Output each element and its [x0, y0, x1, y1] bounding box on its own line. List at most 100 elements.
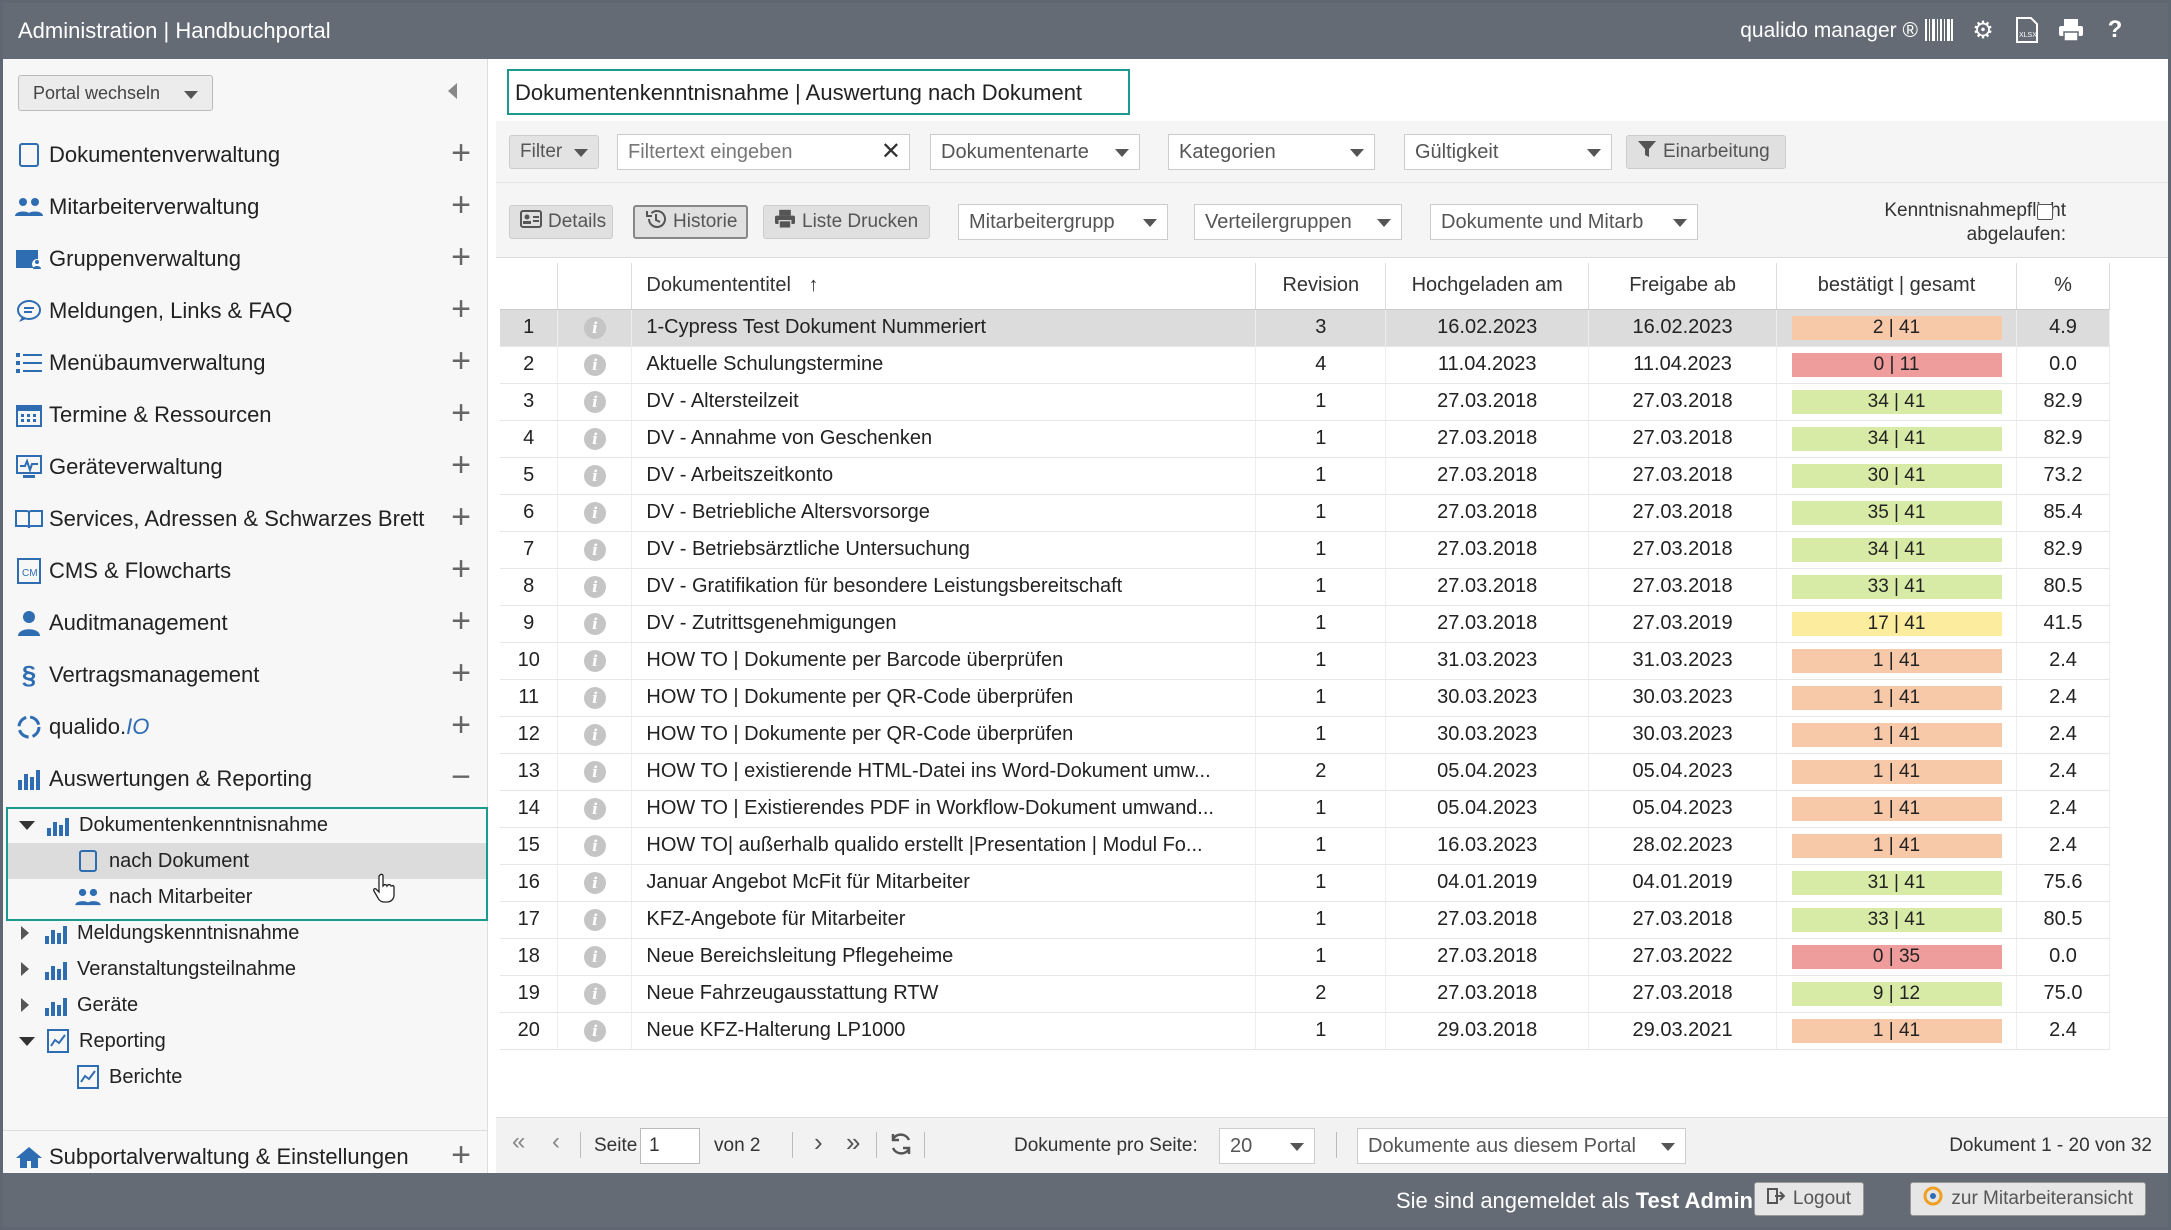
table-row[interactable]: 14 i HOW TO | Existierendes PDF in Workflo… — [500, 790, 2110, 828]
document-title[interactable]: DV - Betriebliche Altersvorsorge — [631, 494, 1257, 532]
logout-button[interactable]: Logout — [1753, 1182, 1864, 1216]
table-row[interactable]: 18 i Neue Bereichsleitung Pflegeheime 1 27.0… — [500, 938, 2110, 976]
barcode-icon[interactable] — [1924, 15, 1954, 45]
expand-icon[interactable]: + — [451, 708, 471, 742]
info-icon[interactable]: i — [583, 502, 606, 524]
info-icon[interactable]: i — [583, 613, 606, 635]
prev-page-icon[interactable]: ‹ — [552, 1128, 560, 1156]
expand-icon[interactable]: + — [451, 448, 471, 482]
sidebar-item-services[interactable]: Services, Adressen & Schwarzes Brett + — [3, 493, 488, 545]
kategorien-select[interactable]: Kategorien — [1168, 134, 1375, 170]
per-page-select[interactable]: 20 — [1219, 1128, 1315, 1164]
info-icon[interactable]: i — [583, 539, 606, 561]
collapse-sidebar-icon[interactable] — [448, 83, 457, 99]
table-row[interactable]: 19 i Neue Fahrzeugausstattung RTW 2 27.03.20… — [500, 975, 2110, 1013]
table-row[interactable]: 6 i DV - Betriebliche Altersvorsorge 1 27.03… — [500, 494, 2110, 532]
sidebar-item-auswertungen[interactable]: Auswertungen & Reporting − — [3, 753, 488, 805]
column-header-release[interactable]: Freigabe ab — [1588, 263, 1778, 310]
document-title[interactable]: DV - Altersteilzeit — [631, 383, 1257, 421]
sidebar-item-geraeteverwaltung[interactable]: Geräteverwaltung + — [3, 441, 488, 493]
table-row[interactable]: 17 i KFZ-Angebote für Mitarbeiter 1 27.03.20… — [500, 901, 2110, 939]
kenntnis-abgelaufen-checkbox[interactable] — [2037, 204, 2053, 220]
table-row[interactable]: 9 i DV - Zutrittsgenehmigungen 1 27.03.2018 2… — [500, 605, 2110, 643]
help-icon[interactable]: ? — [2100, 15, 2130, 45]
document-title[interactable]: DV - Betriebsärztliche Untersuchung — [631, 531, 1257, 569]
expand-icon[interactable]: + — [451, 604, 471, 638]
print-icon[interactable] — [2056, 15, 2086, 45]
sidebar-item-dokumentenverwaltung[interactable]: Dokumentenverwaltung + — [3, 129, 488, 181]
sidebar-item-qualido-io[interactable]: qualido.IO + — [3, 701, 488, 753]
table-row[interactable]: 12 i HOW TO | Dokumente per QR-Code überpr… — [500, 716, 2110, 754]
document-title[interactable]: Neue KFZ-Halterung LP1000 — [631, 1012, 1257, 1050]
page-number-input[interactable]: 1 — [640, 1128, 700, 1164]
document-title[interactable]: HOW TO| außerhalb qualido erstellt |Pres… — [631, 827, 1257, 865]
info-icon[interactable]: i — [583, 909, 606, 931]
column-header-title[interactable]: Dokumententitel ↑ — [631, 263, 1257, 310]
table-row[interactable]: 8 i DV - Gratifikation für besondere Leist… — [500, 568, 2110, 606]
expand-icon[interactable]: + — [451, 396, 471, 430]
document-title[interactable]: Januar Angebot McFit für Mitarbeiter — [631, 864, 1257, 902]
info-icon[interactable]: i — [583, 354, 606, 376]
expand-icon[interactable]: + — [451, 292, 471, 326]
cogs-icon[interactable]: ⚙ — [1968, 15, 1998, 45]
portal-switch-button[interactable]: Portal wechseln — [18, 75, 213, 111]
tree-item-nach-mitarbeiter[interactable]: nach Mitarbeiter — [75, 879, 252, 915]
table-row[interactable]: 16 i Januar Angebot McFit für Mitarbeiter 1… — [500, 864, 2110, 902]
table-row[interactable]: 10 i HOW TO | Dokumente per Barcode überpr… — [500, 642, 2110, 680]
info-icon[interactable]: i — [583, 1020, 606, 1042]
clear-icon[interactable]: ✕ — [881, 137, 901, 166]
expand-icon[interactable]: + — [451, 552, 471, 586]
sidebar-item-cms[interactable]: CM CMS & Flowcharts + — [3, 545, 488, 597]
table-row[interactable]: 1 i 1-Cypress Test Dokument Nummeriert 3 16.… — [500, 309, 2110, 347]
document-title[interactable]: Neue Bereichsleitung Pflegeheime — [631, 938, 1257, 976]
document-title[interactable]: DV - Annahme von Geschenken — [631, 420, 1257, 458]
info-icon[interactable]: i — [583, 650, 606, 672]
tree-item-meldungskenntnisnahme[interactable]: Meldungskenntnisnahme — [21, 915, 299, 951]
einarbeitung-button[interactable]: Einarbeitung — [1626, 135, 1786, 169]
gueltigkeit-select[interactable]: Gültigkeit — [1404, 134, 1612, 170]
expand-icon[interactable]: + — [451, 1138, 471, 1172]
document-title[interactable]: Aktuelle Schulungstermine — [631, 346, 1257, 384]
info-icon[interactable]: i — [583, 946, 606, 968]
table-row[interactable]: 20 i Neue KFZ-Halterung LP1000 1 29.03.2018 2… — [500, 1012, 2110, 1050]
sidebar-item-menuebaum[interactable]: Menübaumverwaltung + — [3, 337, 488, 389]
info-icon[interactable]: i — [583, 872, 606, 894]
info-icon[interactable]: i — [583, 465, 606, 487]
portal-scope-select[interactable]: Dokumente aus diesem Portal — [1357, 1128, 1686, 1164]
dokumentenarten-select[interactable]: Dokumentenarte — [930, 134, 1140, 170]
filter-text-input[interactable]: Filtertext eingeben ✕ — [617, 134, 910, 170]
tree-item-reporting[interactable]: Reporting — [19, 1023, 166, 1059]
caret-right-icon[interactable] — [21, 962, 29, 976]
tree-item-berichte[interactable]: Berichte — [75, 1059, 182, 1095]
document-title[interactable]: HOW TO | existierende HTML-Datei ins Wor… — [631, 753, 1257, 791]
tree-item-veranstaltungsteilnahme[interactable]: Veranstaltungsteilnahme — [21, 951, 296, 987]
tree-item-geraete[interactable]: Geräte — [21, 987, 138, 1023]
column-header-uploaded[interactable]: Hochgeladen am — [1385, 263, 1590, 310]
table-row[interactable]: 2 i Aktuelle Schulungstermine 4 11.04.2023 11… — [500, 346, 2110, 384]
first-page-icon[interactable]: « — [512, 1128, 525, 1156]
sidebar-item-meldungen[interactable]: Meldungen, Links & FAQ + — [3, 285, 488, 337]
caret-right-icon[interactable] — [21, 998, 29, 1012]
document-title[interactable]: 1-Cypress Test Dokument Nummeriert — [631, 309, 1257, 347]
next-page-icon[interactable]: › — [814, 1127, 823, 1158]
info-icon[interactable]: i — [583, 761, 606, 783]
collapse-icon[interactable]: − — [451, 760, 471, 794]
dokumente-mitarbeiter-select[interactable]: Dokumente und Mitarb — [1430, 204, 1698, 240]
expand-icon[interactable]: + — [451, 656, 471, 690]
document-title[interactable]: Neue Fahrzeugausstattung RTW — [631, 975, 1257, 1013]
column-header-percent[interactable]: % — [2016, 263, 2110, 310]
info-icon[interactable]: i — [583, 835, 606, 857]
details-button[interactable]: Details — [509, 205, 613, 239]
info-icon[interactable]: i — [583, 724, 606, 746]
info-icon[interactable]: i — [583, 576, 606, 598]
refresh-icon[interactable] — [888, 1131, 914, 1163]
document-title[interactable]: HOW TO | Existierendes PDF in Workflow-D… — [631, 790, 1257, 828]
filter-dropdown[interactable]: Filter — [509, 135, 599, 169]
table-row[interactable]: 5 i DV - Arbeitszeitkonto 1 27.03.2018 27.03.… — [500, 457, 2110, 495]
info-icon[interactable]: i — [583, 317, 606, 339]
table-row[interactable]: 7 i DV - Betriebsärztliche Untersuchung 1 27… — [500, 531, 2110, 569]
expand-icon[interactable]: + — [451, 136, 471, 170]
table-row[interactable]: 15 i HOW TO| außerhalb qualido erstellt |P… — [500, 827, 2110, 865]
info-icon[interactable]: i — [583, 798, 606, 820]
caret-right-icon[interactable] — [21, 926, 29, 940]
